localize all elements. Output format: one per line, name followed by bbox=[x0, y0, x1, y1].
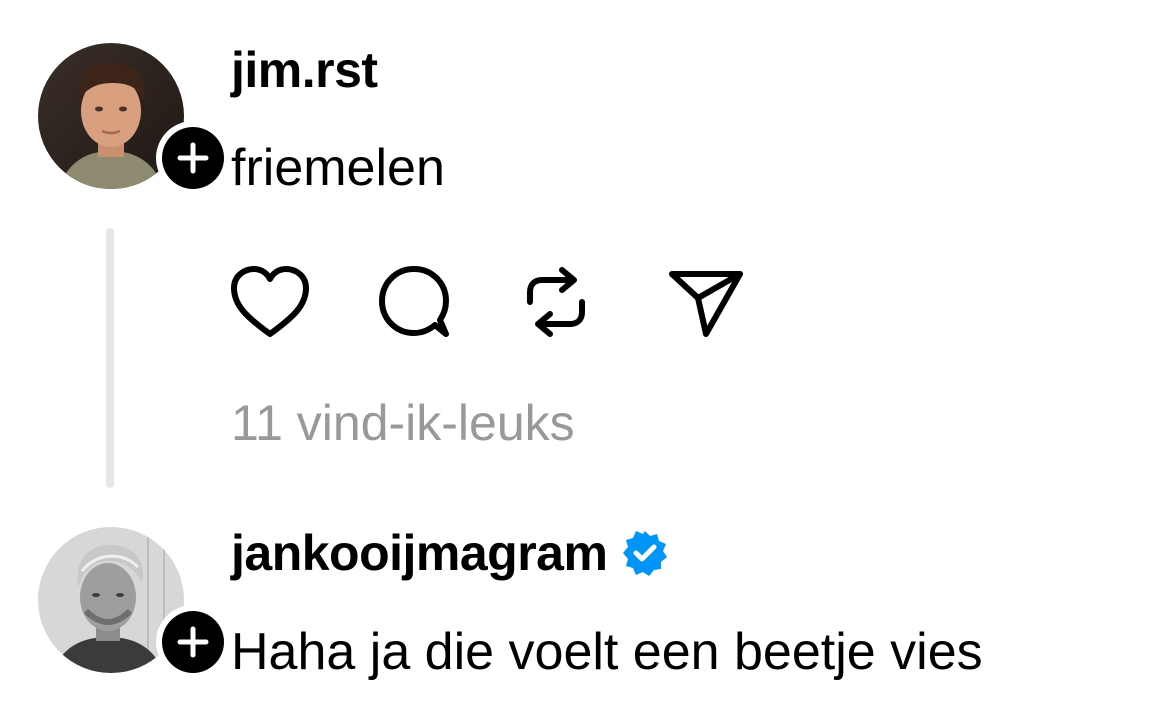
plus-icon bbox=[177, 626, 209, 658]
follow-button[interactable] bbox=[156, 121, 230, 195]
comment-icon bbox=[379, 266, 449, 337]
send-icon bbox=[669, 271, 743, 337]
comment-jim-rst: jim.rst friemelen 11 vind-ik-leuks bbox=[0, 0, 1152, 500]
verified-badge-icon bbox=[621, 529, 669, 577]
username[interactable]: jim.rst bbox=[231, 45, 378, 95]
follow-button[interactable] bbox=[156, 605, 230, 679]
share-button[interactable] bbox=[666, 262, 758, 342]
username-text[interactable]: jankooijmagram bbox=[231, 528, 608, 578]
repost-icon bbox=[527, 267, 585, 337]
repost-button[interactable] bbox=[520, 262, 612, 342]
avatar-container[interactable] bbox=[38, 43, 230, 195]
plus-icon bbox=[177, 142, 209, 174]
username[interactable]: jankooijmagram bbox=[231, 528, 669, 578]
avatar-container[interactable] bbox=[38, 527, 230, 679]
heart-icon bbox=[231, 266, 309, 337]
comment-jankooijmagram: jankooijmagram Haha ja die voelt een bee… bbox=[0, 500, 1152, 721]
thread-line bbox=[106, 228, 114, 488]
action-bar bbox=[228, 262, 758, 342]
like-button[interactable] bbox=[228, 262, 320, 342]
comment-text: friemelen bbox=[231, 139, 445, 197]
username-text[interactable]: jim.rst bbox=[231, 45, 378, 95]
comment-text: Haha ja die voelt een beetje vies bbox=[231, 623, 983, 681]
likes-count[interactable]: 11 vind-ik-leuks bbox=[231, 398, 575, 448]
reply-button[interactable] bbox=[374, 262, 466, 342]
